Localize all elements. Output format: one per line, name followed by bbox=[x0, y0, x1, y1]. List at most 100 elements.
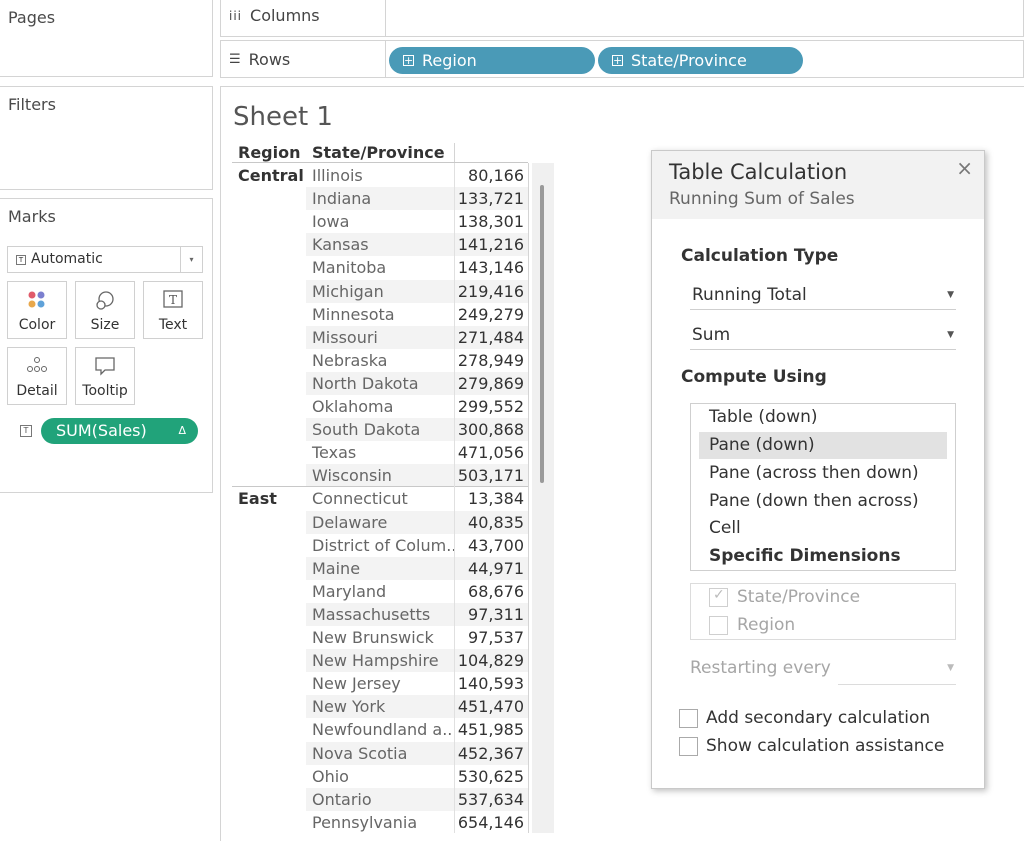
state-cell: Nebraska bbox=[312, 350, 388, 370]
sales-cell: 40,835 bbox=[454, 510, 528, 534]
state-cell: Ontario bbox=[306, 787, 454, 811]
table-row[interactable]: Iowa 138,301 bbox=[232, 210, 528, 233]
table-row[interactable]: Minnesota 249,279 bbox=[232, 303, 528, 326]
table-row[interactable]: Texas 471,056 bbox=[232, 441, 528, 464]
table-row[interactable]: Kansas 141,216 bbox=[232, 233, 528, 257]
pages-title: Pages bbox=[8, 8, 56, 27]
close-icon[interactable]: × bbox=[956, 156, 973, 180]
color-button[interactable]: Color bbox=[7, 281, 67, 339]
option-specific-dimensions[interactable]: Specific Dimensions bbox=[699, 543, 947, 570]
table-row[interactable]: South Dakota 300,868 bbox=[232, 418, 528, 442]
state-cell: New York bbox=[306, 695, 454, 719]
shelf-divider bbox=[385, 41, 386, 77]
table-row[interactable]: Nebraska 278,949 bbox=[232, 349, 528, 372]
header-region[interactable]: Region bbox=[238, 143, 301, 162]
restarting-every-dropdown[interactable]: ▼ bbox=[838, 655, 956, 685]
option-pane-across-then-down[interactable]: Pane (across then down) bbox=[699, 460, 947, 487]
columns-shelf[interactable]: iii Columns bbox=[220, 0, 1024, 37]
mark-type-dropdown[interactable]: T Automatic ▾ bbox=[7, 246, 203, 273]
table-row[interactable]: Indiana 133,721 bbox=[232, 187, 528, 211]
header-state[interactable]: State/Province bbox=[312, 143, 445, 162]
table-row[interactable]: Wisconsin 503,171 bbox=[232, 464, 528, 488]
table-row[interactable]: Newfoundland a.. 451,985 bbox=[232, 718, 528, 741]
option-pane-down[interactable]: Pane (down) bbox=[699, 432, 947, 459]
table-row[interactable]: Nova Scotia 452,367 bbox=[232, 741, 528, 765]
table-row[interactable]: District of Colum.. 43,700 bbox=[232, 534, 528, 557]
region-dimension-label: Region bbox=[737, 615, 796, 635]
compute-using-label: Compute Using bbox=[681, 367, 827, 387]
secondary-calc-checkbox[interactable] bbox=[679, 709, 698, 728]
state-cell: South Dakota bbox=[306, 418, 454, 442]
detail-label: Detail bbox=[16, 383, 58, 399]
sum-sales-pill[interactable]: SUM(Sales) Δ bbox=[41, 418, 198, 444]
state-cell: Connecticut bbox=[312, 489, 408, 509]
rows-shelf[interactable]: ☰ Rows + Region + State/Province bbox=[220, 40, 1024, 78]
tooltip-icon bbox=[94, 356, 116, 380]
sales-cell: 451,985 bbox=[457, 720, 524, 740]
value-column-divider bbox=[454, 163, 455, 833]
chevron-down-icon: ▼ bbox=[947, 290, 954, 300]
region-pill[interactable]: + Region bbox=[389, 47, 595, 74]
table-row[interactable]: New York 451,470 bbox=[232, 695, 528, 719]
secondary-calc-label[interactable]: Add secondary calculation bbox=[706, 708, 930, 728]
table-row[interactable]: Ontario 537,634 bbox=[232, 787, 528, 811]
table-row[interactable]: Michigan 219,416 bbox=[232, 279, 528, 303]
table-row[interactable]: New Jersey 140,593 bbox=[232, 672, 528, 695]
state-cell: Missouri bbox=[306, 325, 454, 349]
sales-cell: 503,171 bbox=[454, 464, 528, 488]
table-right-edge bbox=[528, 163, 529, 833]
state-cell: Texas bbox=[312, 443, 357, 463]
state-cell: Maryland bbox=[312, 581, 387, 601]
table-row[interactable]: Missouri 271,484 bbox=[232, 325, 528, 349]
state-province-pill[interactable]: + State/Province bbox=[598, 47, 803, 74]
calc-type-value: Running Total bbox=[692, 285, 807, 305]
calc-type-dropdown[interactable]: Running Total ▼ bbox=[690, 280, 956, 310]
aggregation-dropdown[interactable]: Sum ▼ bbox=[690, 320, 956, 350]
table-row[interactable]: Massachusetts 97,311 bbox=[232, 602, 528, 626]
option-pane-down-then-across[interactable]: Pane (down then across) bbox=[699, 488, 947, 515]
table-row[interactable]: New Brunswick 97,537 bbox=[232, 626, 528, 649]
state-cell: Iowa bbox=[312, 212, 350, 232]
table-row[interactable]: Pennsylvania 654,146 bbox=[232, 811, 528, 834]
table-row[interactable]: North Dakota 279,869 bbox=[232, 371, 528, 395]
table-row[interactable]: Delaware 40,835 bbox=[232, 510, 528, 534]
table-row[interactable]: Maryland 68,676 bbox=[232, 580, 528, 603]
text-button[interactable]: T Text bbox=[143, 281, 203, 339]
size-button[interactable]: Size bbox=[75, 281, 135, 339]
region-checkbox[interactable] bbox=[709, 616, 728, 635]
columns-icon: iii bbox=[229, 8, 243, 23]
calc-assistance-label[interactable]: Show calculation assistance bbox=[706, 736, 944, 756]
scrollbar-thumb[interactable] bbox=[540, 185, 544, 483]
state-cell: Pennsylvania bbox=[312, 812, 418, 832]
expand-icon: + bbox=[403, 54, 414, 67]
tooltip-button[interactable]: Tooltip bbox=[75, 347, 135, 405]
table-scrollbar[interactable] bbox=[532, 163, 554, 833]
table-row[interactable]: New Hampshire 104,829 bbox=[232, 649, 528, 673]
table-calculation-dialog: Table Calculation Running Sum of Sales ×… bbox=[651, 150, 985, 789]
state-cell: Wisconsin bbox=[306, 464, 454, 488]
state-province-checkbox[interactable]: ✓ bbox=[709, 587, 728, 607]
state-province-dimension-label: State/Province bbox=[737, 587, 861, 607]
table-row[interactable]: Oklahoma 299,552 bbox=[232, 395, 528, 418]
table-row[interactable]: Ohio 530,625 bbox=[232, 765, 528, 788]
sales-cell: 138,301 bbox=[457, 212, 524, 232]
table-row[interactable]: Maine 44,971 bbox=[232, 556, 528, 580]
dimensions-list: ✓ State/Province Region bbox=[690, 583, 956, 640]
sum-sales-label: SUM(Sales) bbox=[56, 421, 147, 440]
chevron-down-icon: ▼ bbox=[947, 330, 954, 340]
table-row[interactable]: Connecticut 13,384 bbox=[232, 487, 528, 510]
table-row[interactable]: Manitoba 143,146 bbox=[232, 256, 528, 279]
expand-icon: + bbox=[612, 54, 623, 67]
state-cell: Maine bbox=[306, 556, 454, 580]
sales-cell: 97,311 bbox=[454, 602, 528, 626]
calc-assistance-checkbox[interactable] bbox=[679, 737, 698, 756]
state-cell: Kansas bbox=[306, 233, 454, 257]
sales-cell: 80,166 bbox=[468, 166, 524, 185]
restarting-every-label: Restarting every bbox=[690, 658, 831, 678]
option-table-down[interactable]: Table (down) bbox=[699, 404, 947, 431]
filters-title: Filters bbox=[8, 95, 56, 114]
table-row[interactable]: Illinois 80,166 bbox=[232, 164, 528, 187]
detail-button[interactable]: Detail bbox=[7, 347, 67, 405]
option-cell[interactable]: Cell bbox=[699, 515, 947, 542]
dialog-subtitle: Running Sum of Sales bbox=[669, 189, 855, 209]
